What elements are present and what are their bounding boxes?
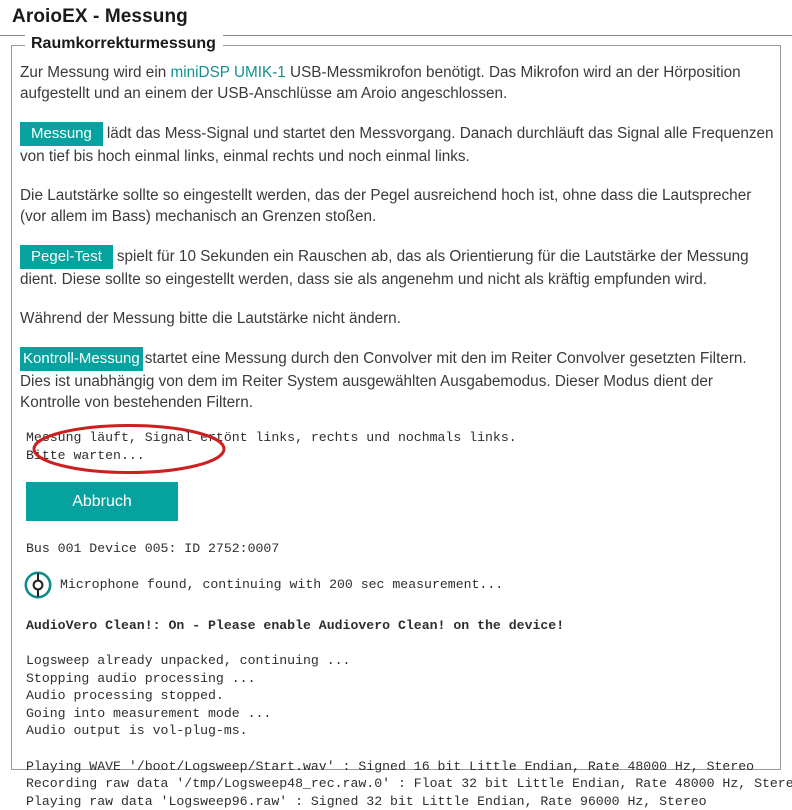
- pegel-test-description: spielt für 10 Sekunden ein Rauschen ab, …: [20, 248, 749, 288]
- intro-text-part1: Zur Messung wird ein: [20, 64, 170, 81]
- status-line-2: Bitte warten...: [26, 447, 774, 465]
- log-group-processing: Logsweep already unpacked, continuing ..…: [26, 652, 774, 740]
- pegel-test-badge[interactable]: Pegel-Test: [20, 245, 113, 269]
- log-line: Playing raw data 'Logsweep96.raw' : Sign…: [26, 793, 792, 810]
- microphone-found-text: Microphone found, continuing with 200 se…: [60, 576, 503, 594]
- log-line: Playing WAVE '/boot/Logsweep/Start.wav' …: [26, 758, 792, 776]
- usb-bus-line: Bus 001 Device 005: ID 2752:0007: [26, 540, 774, 558]
- intro-paragraph: Zur Messung wird ein miniDSP UMIK-1 USB-…: [20, 62, 774, 104]
- log-line-wrapper: Playing WAVE '/boot/Logsweep/Start.wav' …: [26, 758, 792, 776]
- log-line: Stopping audio processing ...: [26, 670, 774, 688]
- log-group-playback: Playing WAVE '/boot/Logsweep/Start.wav' …: [26, 758, 774, 810]
- fieldset-content: Zur Messung wird ein miniDSP UMIK-1 USB-…: [12, 46, 780, 810]
- status-line-1: Messung läuft, Signal ertönt links, rech…: [26, 429, 774, 447]
- volume-warning-paragraph: Während der Messung bitte die Lautstärke…: [20, 308, 774, 329]
- fieldset-legend: Raumkorrekturmessung: [25, 35, 223, 53]
- messung-description: lädt das Mess-Signal und startet den Mes…: [20, 125, 774, 165]
- messung-paragraph: Messunglädt das Mess-Signal und startet …: [20, 122, 774, 167]
- log-line: Going into measurement mode ...: [26, 705, 774, 723]
- microphone-found-row: Microphone found, continuing with 200 se…: [24, 571, 774, 599]
- log-line: Audio processing stopped.: [26, 687, 774, 705]
- kontroll-messung-badge[interactable]: Kontroll-Messung: [20, 347, 143, 371]
- log-line: Audio output is vol-plug-ms.: [26, 722, 774, 740]
- audiovero-clean-warning: AudioVero Clean!: On - Please enable Aud…: [26, 617, 774, 635]
- abbruch-button[interactable]: Abbruch: [26, 482, 178, 521]
- raumkorrektur-fieldset: Raumkorrekturmessung Zur Messung wird ei…: [11, 45, 781, 770]
- measurement-status-block: Messung läuft, Signal ertönt links, rech…: [26, 429, 774, 464]
- log-line: Logsweep already unpacked, continuing ..…: [26, 652, 774, 670]
- volume-paragraph: Die Lautstärke sollte so eingestellt wer…: [20, 185, 774, 227]
- microphone-icon: [24, 571, 52, 599]
- messung-badge[interactable]: Messung: [20, 122, 103, 146]
- page-title: AroioEX - Messung: [0, 0, 792, 28]
- kontroll-messung-paragraph: Kontroll-Messungstartet eine Messung dur…: [20, 347, 774, 413]
- pegel-test-paragraph: Pegel-Testspielt für 10 Sekunden ein Rau…: [20, 245, 774, 290]
- minidsp-umik-link[interactable]: miniDSP UMIK-1: [170, 64, 285, 81]
- log-line-wrapper: Playing raw data 'Logsweep96.raw' : Sign…: [26, 793, 792, 810]
